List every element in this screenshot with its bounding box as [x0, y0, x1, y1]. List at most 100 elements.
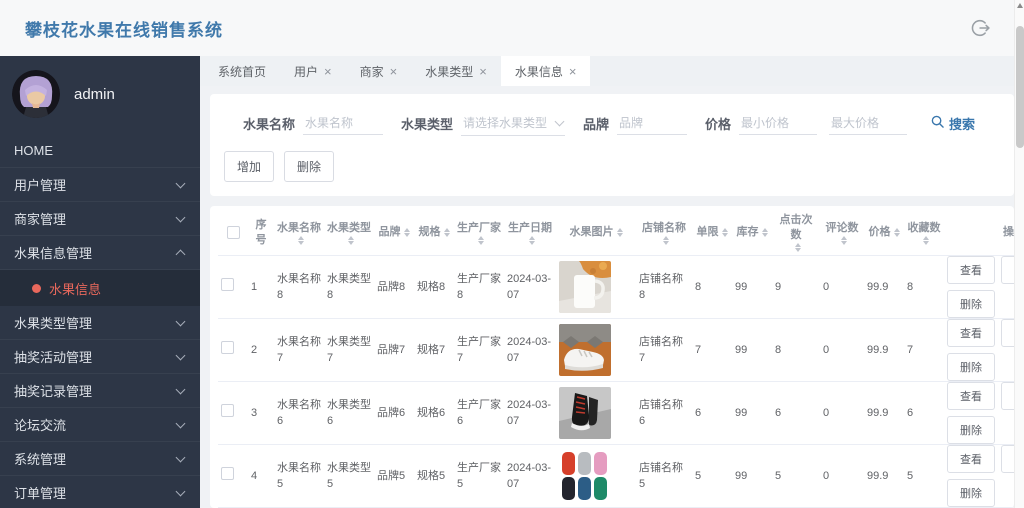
column-header[interactable]: 评论数 — [820, 221, 864, 245]
column-header[interactable]: 规格 — [414, 225, 454, 240]
chevron-down-icon — [175, 486, 186, 496]
tab-item[interactable]: 系统首页 — [204, 56, 280, 86]
page-scrollbar[interactable] — [1014, 0, 1024, 508]
sort-caret-icon[interactable] — [347, 235, 354, 245]
sort-caret-icon[interactable] — [794, 243, 801, 252]
sort-caret-icon[interactable] — [721, 228, 728, 237]
table-body: 1 水果名称8 水果类型8 品牌8 规格8 生产厂家8 2024-03-07 店铺名称8 8 99… — [218, 256, 1014, 508]
sort-caret-icon[interactable] — [528, 235, 535, 245]
sort-caret-icon[interactable] — [297, 235, 304, 245]
sidebar-subitem[interactable]: 水果信息 — [0, 270, 200, 306]
sidebar-item[interactable]: 订单管理 — [0, 476, 200, 508]
close-icon[interactable]: × — [569, 65, 577, 78]
scroll-up-arrow-icon[interactable] — [1016, 3, 1023, 8]
row-action-button[interactable]: 编辑 — [1001, 319, 1014, 347]
row-checkbox[interactable] — [221, 341, 234, 354]
sidebar-item[interactable]: 商家管理 — [0, 202, 200, 236]
sidebar-item[interactable]: 抽奖记录管理 — [0, 374, 200, 408]
sidebar-item[interactable]: 抽奖活动管理 — [0, 340, 200, 374]
column-header[interactable]: 生产厂家 — [454, 221, 504, 245]
row-action-button[interactable]: 查看 — [947, 382, 995, 410]
sort-caret-icon[interactable] — [761, 228, 768, 237]
column-header[interactable]: 点击次数 — [772, 213, 820, 252]
tab-item[interactable]: 用户 × — [280, 56, 346, 86]
close-icon[interactable]: × — [479, 65, 487, 78]
sidebar-item-label: 水果类型管理 — [14, 316, 93, 331]
table-cell: 99.9 — [867, 470, 889, 482]
fruit-name-input[interactable] — [302, 111, 383, 135]
row-action-button[interactable]: 删除 — [947, 290, 995, 318]
column-header[interactable]: 生产日期 — [504, 221, 556, 245]
tab-label: 水果类型 — [425, 64, 474, 79]
table-cell: 99 — [735, 344, 748, 356]
column-header[interactable]: 水果类型 — [324, 221, 374, 245]
row-checkbox[interactable] — [221, 278, 234, 291]
product-image[interactable] — [559, 324, 611, 376]
sort-caret-icon[interactable] — [616, 228, 623, 237]
avatar[interactable] — [12, 70, 60, 118]
sort-caret-icon[interactable] — [922, 235, 929, 245]
sort-caret-icon[interactable] — [443, 228, 450, 237]
column-label: 店铺名称 — [642, 221, 686, 234]
sidebar-item[interactable]: 用户管理 — [0, 168, 200, 202]
close-icon[interactable]: × — [324, 65, 332, 78]
row-action-button[interactable]: 查看 — [947, 319, 995, 347]
price-min-input[interactable] — [739, 111, 818, 135]
product-image[interactable] — [559, 261, 611, 313]
sidebar-item[interactable]: HOME — [0, 134, 200, 168]
delete-button[interactable]: 删除 — [284, 151, 335, 182]
row-action-button[interactable]: 编辑 — [1001, 382, 1014, 410]
tab-item[interactable]: 水果信息 × — [500, 56, 591, 86]
column-header[interactable]: 收藏数 — [904, 221, 944, 245]
column-header[interactable]: 库存 — [732, 225, 772, 240]
row-action-button[interactable]: 编辑 — [1001, 256, 1014, 284]
row-action-button[interactable]: 编辑 — [1001, 445, 1014, 473]
table-cell: 水果名称7 — [277, 336, 321, 364]
tab-item[interactable]: 商家 × — [346, 56, 412, 86]
tab-item[interactable]: 水果类型 × — [411, 56, 501, 86]
product-image[interactable] — [559, 387, 611, 439]
column-header[interactable]: 水果名称 — [274, 221, 324, 245]
column-header[interactable]: 店铺名称 — [636, 221, 692, 245]
row-checkbox[interactable] — [221, 404, 234, 417]
column-header[interactable]: 价格 — [864, 225, 904, 240]
row-action-button[interactable]: 查看 — [947, 445, 995, 473]
row-action-button[interactable]: 查看 — [947, 256, 995, 284]
add-button[interactable]: 增加 — [224, 151, 275, 182]
sort-caret-icon[interactable] — [477, 235, 484, 245]
fruit-type-select[interactable]: 请选择水果类型 — [460, 110, 565, 136]
row-checkbox[interactable] — [221, 467, 234, 480]
column-header[interactable]: 单限 — [692, 225, 732, 240]
column-header[interactable]: 水果图片 — [556, 225, 636, 240]
sort-caret-icon[interactable] — [840, 235, 847, 245]
row-action-button[interactable]: 删除 — [947, 353, 995, 381]
sidebar-item-label: 系统管理 — [14, 452, 67, 467]
column-header[interactable]: 品牌 — [374, 225, 414, 240]
close-icon[interactable]: × — [390, 65, 398, 78]
product-image[interactable] — [559, 450, 611, 502]
sort-caret-icon[interactable] — [662, 235, 669, 245]
scrollbar-thumb[interactable] — [1016, 26, 1024, 148]
search-button[interactable]: 搜索 — [931, 114, 975, 133]
column-header: 操作 — [944, 225, 1014, 240]
table-cell: 99.9 — [867, 407, 889, 419]
sidebar-item[interactable]: 水果类型管理 — [0, 306, 200, 340]
price-max-input[interactable] — [829, 111, 908, 135]
table-cell: 店铺名称7 — [639, 336, 683, 364]
logout-button[interactable] — [970, 17, 992, 39]
table-cell: 水果类型8 — [327, 273, 371, 301]
brand-input[interactable] — [617, 111, 687, 135]
table-cell: 9 — [775, 281, 782, 293]
sort-caret-icon[interactable] — [893, 228, 900, 237]
column-label: 评论数 — [825, 221, 859, 234]
sidebar-item-label: 水果信息管理 — [14, 246, 93, 261]
select-all-checkbox[interactable] — [226, 226, 240, 239]
sort-caret-icon[interactable] — [403, 228, 410, 237]
row-action-button[interactable]: 删除 — [947, 479, 995, 507]
sidebar-item[interactable]: 论坛交流 — [0, 408, 200, 442]
column-label: 生产日期 — [508, 221, 552, 234]
row-action-button[interactable]: 删除 — [947, 416, 995, 444]
sidebar-item[interactable]: 系统管理 — [0, 442, 200, 476]
tab-label: 商家 — [359, 64, 384, 79]
sidebar-item[interactable]: 水果信息管理 — [0, 236, 200, 270]
